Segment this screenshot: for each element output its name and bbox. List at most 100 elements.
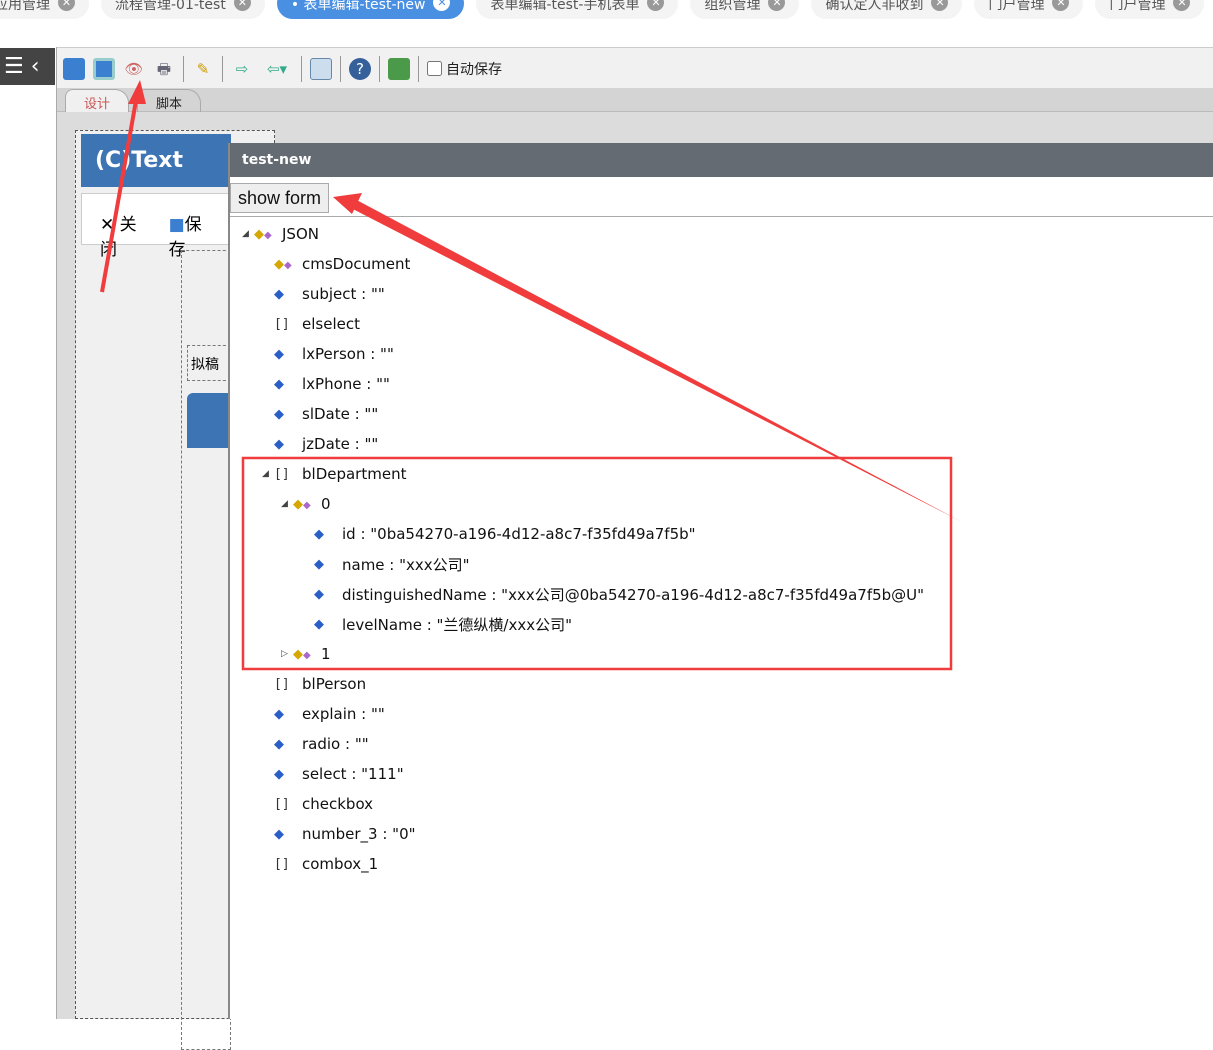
list-icon[interactable] — [310, 57, 332, 80]
close-tab-icon[interactable]: ✕ — [931, 0, 949, 11]
tree-node[interactable]: ◆ select : "111" — [262, 759, 404, 789]
tree-node[interactable]: ◆ distinguishedName : "xxx公司@0ba54270-a19… — [302, 579, 924, 609]
tree-node-label: lxPerson : "" — [302, 345, 394, 363]
tree-node[interactable]: ◢[] blDepartment — [262, 459, 406, 489]
tab-label: 流程管理-01-test — [115, 0, 226, 13]
array-node-icon: [] — [274, 796, 290, 812]
tree-node-label: elselect — [302, 315, 360, 333]
tree-node-label: JSON — [282, 225, 319, 243]
save-button[interactable]: ■保存 — [169, 210, 212, 260]
tree-node-label: select : "111" — [302, 765, 404, 783]
tab-0[interactable]: 应用管理 ✕ — [0, 0, 89, 19]
tree-node[interactable]: ◆ number_3 : "0" — [262, 819, 416, 849]
divider — [222, 55, 223, 82]
expand-toggle-icon[interactable]: ◢ — [281, 499, 293, 509]
json-dialog: test-new show form ◢ ◆◆ JSON ◆◆ cmsDocument ◆… — [228, 143, 1213, 1019]
expand-toggle-icon[interactable]: ◢ — [242, 229, 254, 239]
expand-toggle-icon[interactable]: ◢ — [262, 469, 274, 479]
layers-icon[interactable] — [388, 57, 410, 80]
value-node-icon: ◆ — [274, 436, 284, 452]
tree-node-label: name : "xxx公司" — [342, 555, 470, 574]
toolbar: 👁 🖶 ✎ ⇨ ⇦▾ ? 自动保存 — [57, 47, 1213, 89]
tab-1[interactable]: 流程管理-01-test ✕ — [101, 0, 265, 19]
tab-design[interactable]: 设计 — [65, 89, 130, 112]
tree-node-label: slDate : "" — [302, 405, 379, 423]
tab-3[interactable]: 表单编辑-test-手机表单 ✕ — [476, 0, 679, 19]
tab-label: 确认定人非收到 — [825, 0, 924, 13]
value-node-icon: ◆ — [314, 526, 324, 542]
tree-node[interactable]: ◆ name : "xxx公司" — [302, 549, 470, 579]
tab-4[interactable]: 组织管理 ✕ — [690, 0, 800, 19]
tab-5[interactable]: 确认定人非收到 ✕ — [811, 0, 963, 19]
tree-node[interactable]: ◢ ◆◆ 0 — [281, 489, 331, 519]
tab-2[interactable]: • 表单编辑-test-new ✕ — [276, 0, 465, 19]
tab-label: • 表单编辑-test-new — [290, 0, 426, 13]
tree-node[interactable]: [] checkbox — [262, 789, 373, 819]
tree-node[interactable]: ◢ ◆◆ JSON — [242, 219, 319, 249]
value-node-icon: ◆ — [314, 556, 324, 572]
magic-wand-icon[interactable]: ✎ — [192, 58, 214, 80]
tree-node[interactable]: [] blPerson — [262, 669, 366, 699]
tab-6[interactable]: 门户管理 ✕ — [974, 0, 1084, 19]
divider — [379, 55, 380, 82]
tree-node[interactable]: ◆ explain : "" — [262, 699, 385, 729]
value-node-icon: ◆ — [314, 586, 324, 602]
menu-toggle-button[interactable]: ☰ ‹ — [0, 48, 55, 85]
value-node-icon: ◆ — [274, 286, 284, 302]
save-icon[interactable] — [63, 57, 85, 80]
close-tab-icon[interactable]: ✕ — [647, 0, 665, 11]
import-icon[interactable]: ⇨ — [231, 58, 253, 80]
tree-node-label: blDepartment — [302, 465, 407, 483]
close-tab-icon[interactable]: ✕ — [768, 0, 786, 11]
close-tab-icon[interactable]: ✕ — [1052, 0, 1070, 11]
tree-node-label: distinguishedName : "xxx公司@0ba54270-a196… — [342, 585, 925, 604]
tree-node-label: blPerson — [302, 675, 367, 693]
tree-node-label: radio : "" — [302, 735, 369, 753]
tree-node[interactable]: ◆ lxPhone : "" — [262, 369, 390, 399]
tree-node-label: levelName : "兰德纵横/xxx公司" — [342, 615, 572, 634]
expand-toggle-icon[interactable]: ▷ — [281, 649, 293, 659]
form-actionbar: ✕ 关闭 ■保存 — [81, 193, 231, 260]
tab-script[interactable]: 脚本 — [137, 89, 202, 112]
save-as-icon[interactable] — [93, 57, 115, 80]
tree-node[interactable]: ◆ lxPerson : "" — [262, 339, 394, 369]
autosave-input[interactable] — [427, 61, 442, 76]
value-node-icon: ◆ — [274, 766, 284, 782]
divider — [301, 55, 302, 82]
tree-node-label: 1 — [321, 645, 331, 663]
tree-node[interactable]: [] elselect — [262, 309, 360, 339]
tree-node-label: id : "0ba54270-a196-4d12-a8c7-f35fd49a7f… — [342, 525, 696, 543]
tree-node[interactable]: ◆ id : "0ba54270-a196-4d12-a8c7-f35fd49a7… — [302, 519, 696, 549]
value-node-icon: ◆ — [274, 376, 284, 392]
tree-node-label: lxPhone : "" — [302, 375, 390, 393]
help-icon[interactable]: ? — [349, 57, 371, 80]
tree-node[interactable]: ◆◆ cmsDocument — [262, 249, 410, 279]
tree-node[interactable]: ◆ radio : "" — [262, 729, 369, 759]
tree-node[interactable]: ◆ slDate : "" — [262, 399, 378, 429]
tree-node-label: number_3 : "0" — [302, 825, 416, 843]
close-tab-icon[interactable]: ✕ — [1173, 0, 1191, 11]
tab-7[interactable]: 门户管理 ✕ — [1095, 0, 1205, 19]
close-tab-icon[interactable]: ✕ — [58, 0, 75, 11]
tree-node[interactable]: ◆ jzDate : "" — [262, 429, 378, 459]
tab-label: 表单编辑-test-手机表单 — [490, 0, 640, 13]
tree-node-label: combox_1 — [302, 855, 379, 873]
print-icon[interactable]: 🖶 — [153, 58, 175, 80]
tree-node[interactable]: ◆ levelName : "兰德纵横/xxx公司" — [302, 609, 572, 639]
preview-eye-icon[interactable]: 👁 — [123, 58, 145, 80]
array-node-icon: [] — [274, 856, 290, 872]
tree-node[interactable]: ◆ subject : "" — [262, 279, 385, 309]
tree-node-label: checkbox — [302, 795, 374, 813]
form-tabs: 设计 脚本 — [57, 88, 1213, 112]
close-button[interactable]: ✕ 关闭 — [100, 210, 147, 260]
tree-node[interactable]: ▷ ◆◆ 1 — [281, 639, 331, 669]
tree-node[interactable]: [] combox_1 — [262, 849, 378, 879]
tree-node-label: jzDate : "" — [302, 435, 379, 453]
tab-label: 组织管理 — [704, 0, 761, 13]
export-dropdown-icon[interactable]: ⇦▾ — [261, 58, 293, 80]
value-node-icon: ◆ — [314, 616, 324, 632]
close-tab-icon[interactable]: ✕ — [433, 0, 451, 11]
close-tab-icon[interactable]: ✕ — [233, 0, 251, 11]
autosave-checkbox[interactable]: 自动保存 — [427, 59, 502, 79]
show-form-button[interactable]: show form — [230, 183, 330, 213]
